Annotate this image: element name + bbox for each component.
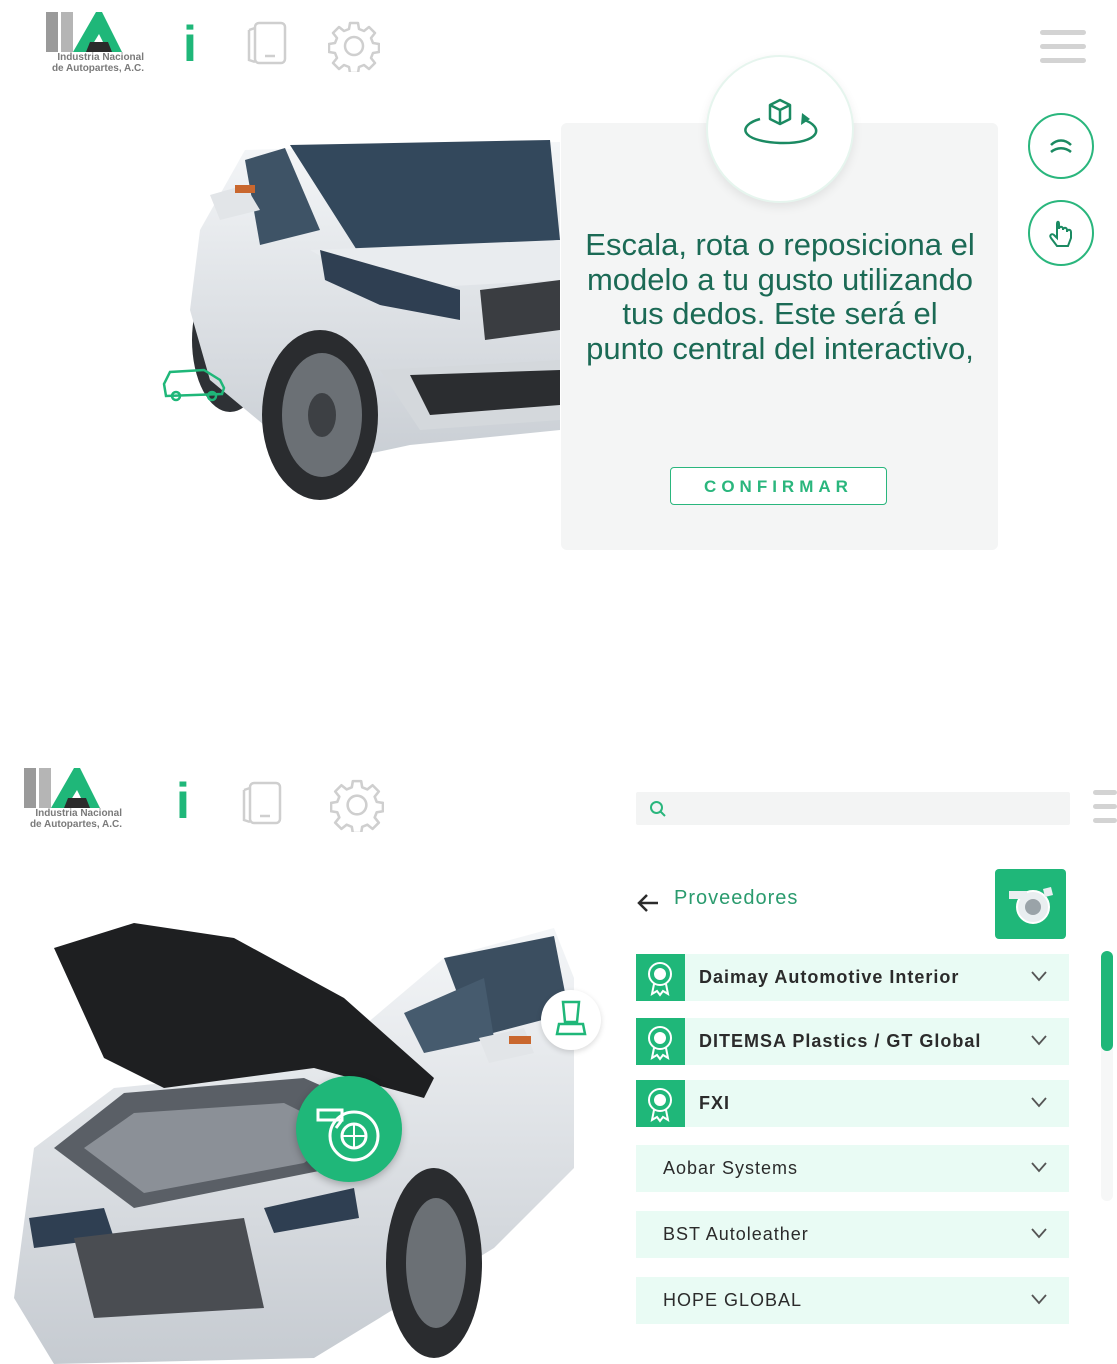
back-arrow-icon[interactable] xyxy=(636,893,660,913)
provider-name: BST Autoleather xyxy=(663,1224,809,1244)
chevron-down-icon[interactable] xyxy=(1031,1096,1047,1108)
scrollbar-thumb[interactable] xyxy=(1101,951,1113,1051)
search-bar[interactable] xyxy=(636,792,1070,825)
turbo-icon xyxy=(316,1108,380,1162)
info-icon-bottom[interactable]: i xyxy=(176,776,190,826)
chevron-down-icon[interactable] xyxy=(1031,1293,1047,1305)
award-icon xyxy=(648,1088,672,1123)
chevron-down-icon[interactable] xyxy=(1031,1034,1047,1046)
gear-icon[interactable] xyxy=(330,778,384,832)
provider-item[interactable]: BST Autoleather xyxy=(636,1211,1069,1258)
award-badge xyxy=(636,1080,685,1127)
award-icon xyxy=(648,1026,672,1061)
logo-text: Industria Nacional de Autopartes, A.C. xyxy=(12,808,122,830)
logo-mark xyxy=(24,768,100,808)
rotate-cube-icon xyxy=(744,98,818,145)
provider-name: Daimay Automotive Interior xyxy=(699,967,960,987)
gear-icon[interactable] xyxy=(328,20,380,72)
logo-line-1: Industria Nacional xyxy=(57,52,144,63)
provider-item[interactable]: DITEMSA Plastics / GT Global xyxy=(636,1018,1069,1065)
hand-pointer-icon xyxy=(1049,220,1072,247)
search-icon xyxy=(650,801,666,817)
tablet-icon[interactable] xyxy=(245,20,291,66)
menu-icon[interactable] xyxy=(1040,30,1086,72)
company-logo-bottom: Industria Nacional de Autopartes, A.C. xyxy=(12,768,142,838)
tutorial-bubble xyxy=(706,55,854,203)
chevron-down-icon[interactable] xyxy=(1031,1161,1047,1173)
chevron-down-icon[interactable] xyxy=(1031,970,1047,982)
menu-icon-bottom[interactable] xyxy=(1093,790,1117,832)
logo-line-1: Industria Nacional xyxy=(35,808,122,819)
tablet-icon[interactable] xyxy=(240,778,286,828)
swipe-icon xyxy=(1050,139,1072,154)
car-model[interactable] xyxy=(150,130,565,505)
seat-icon xyxy=(555,1000,587,1036)
award-badge xyxy=(636,954,685,1001)
provider-item[interactable]: Aobar Systems xyxy=(636,1145,1069,1192)
turbo-icon xyxy=(1009,887,1053,924)
logo-line-2: de Autopartes, A.C. xyxy=(51,63,144,74)
gesture-button[interactable] xyxy=(1028,200,1094,266)
info-icon[interactable]: i xyxy=(183,19,197,69)
provider-item[interactable]: Daimay Automotive Interior xyxy=(636,954,1069,1001)
provider-name: Aobar Systems xyxy=(663,1158,799,1178)
chevron-down-icon[interactable] xyxy=(1031,1227,1047,1239)
info-glyph: i xyxy=(183,16,197,72)
provider-item[interactable]: FXI xyxy=(636,1080,1069,1127)
info-glyph: i xyxy=(176,773,190,829)
company-logo: Industria Nacional de Autopartes, A.C. xyxy=(34,12,164,82)
provider-item[interactable]: HOPE GLOBAL xyxy=(636,1277,1069,1324)
logo-line-2: de Autopartes, A.C. xyxy=(29,819,122,830)
logo-text: Industria Nacional de Autopartes, A.C. xyxy=(34,52,144,74)
swipe-button[interactable] xyxy=(1028,113,1094,179)
provider-name: DITEMSA Plastics / GT Global xyxy=(699,1031,982,1051)
confirm-button[interactable]: CONFIRMAR xyxy=(670,467,887,505)
search-input[interactable] xyxy=(676,796,1060,822)
award-icon xyxy=(648,962,672,997)
tutorial-text: Escala, rota o reposiciona el modelo a t… xyxy=(585,227,975,366)
providers-title: Proveedores xyxy=(674,887,799,909)
provider-name: FXI xyxy=(699,1093,731,1113)
provider-name: HOPE GLOBAL xyxy=(663,1290,803,1310)
turbo-hotspot[interactable] xyxy=(296,1076,402,1182)
seat-hotspot[interactable] xyxy=(541,990,601,1050)
award-badge xyxy=(636,1018,685,1065)
logo-mark xyxy=(46,12,122,52)
category-turbo-button[interactable] xyxy=(995,869,1066,939)
